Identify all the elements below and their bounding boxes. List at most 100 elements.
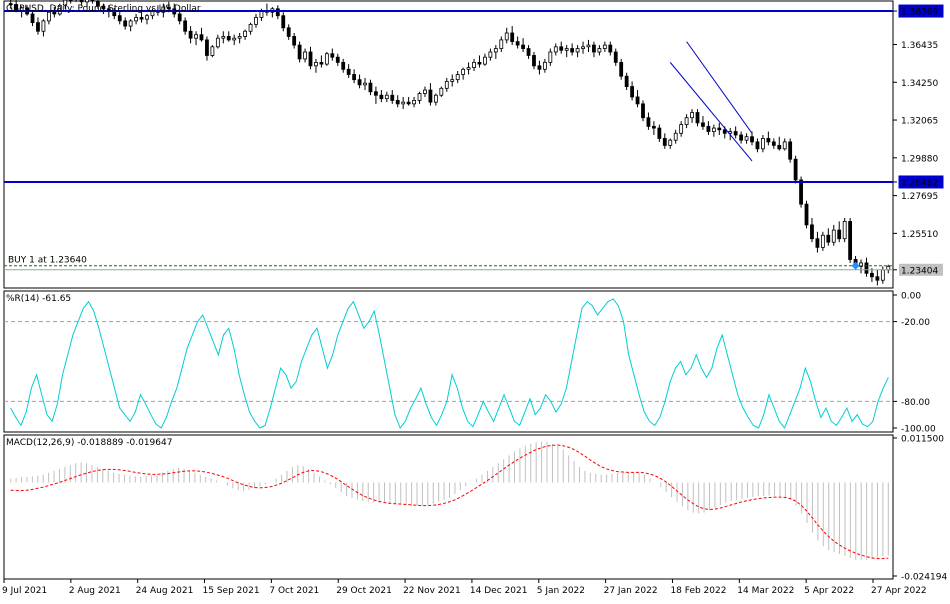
candle-body — [751, 137, 754, 142]
candle-body — [636, 97, 639, 104]
candle-body — [881, 270, 884, 280]
candle-body — [870, 273, 873, 276]
candle-body — [86, 0, 89, 2]
candle — [532, 52, 535, 69]
candle-body — [701, 123, 704, 126]
candle-body — [658, 128, 661, 138]
candle-body — [511, 33, 514, 42]
candle-body — [631, 87, 634, 97]
candle — [565, 45, 568, 57]
candle — [276, 5, 279, 19]
candle-body — [129, 21, 132, 26]
trade-label: BUY 1 at 1.23640 — [8, 256, 87, 266]
candle-body — [674, 133, 677, 140]
candle-body — [478, 62, 481, 64]
candle-body — [516, 42, 519, 45]
candle — [42, 19, 45, 36]
candle — [293, 33, 296, 49]
candle — [571, 43, 574, 55]
candle — [680, 121, 683, 137]
candle — [505, 28, 508, 44]
candle-body — [380, 95, 383, 98]
candle-body — [489, 52, 492, 57]
candle-body — [761, 138, 764, 148]
price-panel — [4, 1, 893, 288]
candle — [118, 12, 121, 24]
candle-body — [772, 142, 775, 145]
candle-body — [712, 128, 715, 131]
candle — [287, 24, 290, 40]
williams-r-axis-label: -20.00 — [901, 318, 930, 328]
candle-body — [805, 204, 808, 225]
candle — [205, 36, 208, 60]
candle — [233, 35, 236, 45]
candle — [309, 47, 312, 69]
time-axis-label: 22 Nov 2021 — [403, 586, 461, 596]
candle — [696, 109, 699, 126]
candle-body — [865, 263, 868, 273]
candle — [712, 125, 715, 137]
candle-body — [249, 24, 252, 31]
candle — [805, 201, 808, 229]
candle-body — [554, 47, 557, 52]
candle — [718, 123, 721, 135]
candle — [391, 90, 394, 104]
candle-body — [647, 118, 650, 127]
candle — [669, 138, 672, 148]
candle — [320, 55, 323, 67]
candles-group — [9, 0, 890, 285]
candle-body — [462, 69, 465, 74]
candle-body — [522, 45, 525, 48]
candle — [331, 49, 334, 61]
candle-body — [423, 90, 426, 93]
candle — [418, 92, 421, 104]
candle — [745, 133, 748, 143]
time-axis-label: 27 Apr 2022 — [871, 586, 927, 596]
candle — [603, 42, 606, 52]
candle — [549, 49, 552, 66]
channel-trendline[interactable] — [670, 62, 752, 161]
candle-body — [298, 45, 301, 59]
candle — [238, 33, 241, 43]
candle-body — [391, 95, 394, 100]
candle — [772, 138, 775, 148]
candle — [631, 81, 634, 100]
candle-body — [696, 113, 699, 123]
candle-body — [625, 76, 628, 86]
candle — [751, 132, 754, 146]
candle — [304, 49, 307, 63]
candle — [587, 40, 590, 52]
candle-body — [347, 69, 350, 74]
candle — [838, 221, 841, 242]
candle-body — [293, 36, 296, 45]
candle — [222, 31, 225, 43]
candle — [778, 137, 781, 151]
candle — [462, 68, 465, 80]
candle — [145, 14, 148, 24]
candle — [195, 31, 198, 45]
candle-body — [364, 83, 367, 85]
candle-body — [396, 100, 399, 103]
candle-body — [31, 14, 34, 23]
candle — [816, 232, 819, 253]
candle-body — [80, 0, 83, 2]
candle-body — [603, 45, 606, 48]
candle — [849, 218, 852, 263]
candle-body — [413, 100, 416, 103]
candle — [374, 87, 377, 104]
candle — [767, 132, 770, 146]
candle-body — [36, 23, 39, 32]
candle — [516, 36, 519, 48]
candle — [478, 55, 481, 67]
candle-body — [238, 36, 241, 38]
candle-body — [445, 81, 448, 88]
candle — [876, 270, 879, 286]
time-axis-label: 5 Apr 2022 — [804, 586, 854, 596]
candle-body — [810, 225, 813, 239]
candle — [827, 228, 830, 245]
candle — [707, 121, 710, 135]
candle-body — [691, 113, 694, 118]
level-tag-label: 1.38369 — [901, 8, 938, 18]
candle — [576, 45, 579, 57]
candle-body — [680, 125, 683, 134]
